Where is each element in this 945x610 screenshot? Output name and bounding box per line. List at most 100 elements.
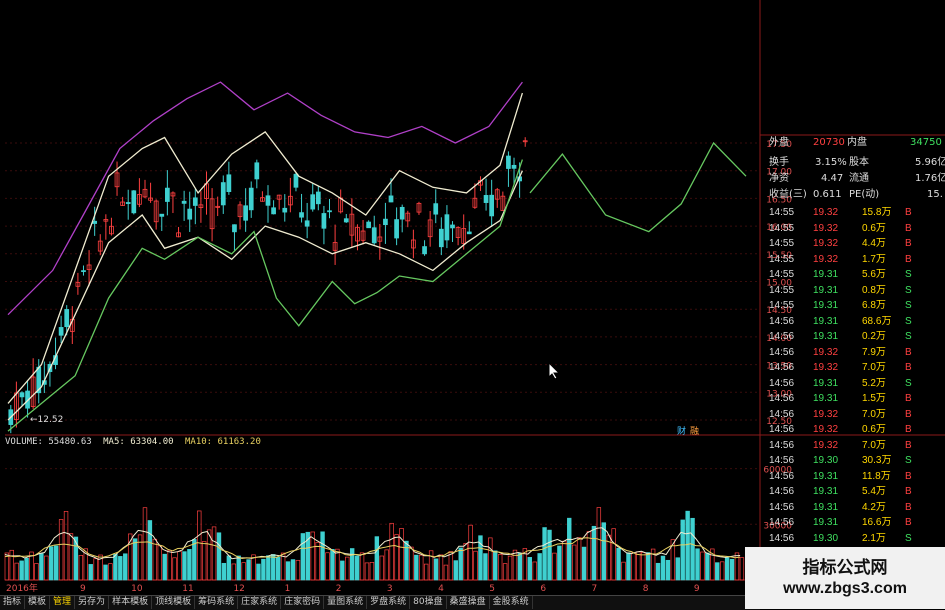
- candle-body: [506, 155, 511, 169]
- eps-value: 0.611: [813, 189, 842, 200]
- volume-bar: [680, 519, 685, 581]
- tab-2[interactable]: 管理: [50, 596, 76, 609]
- tab-13[interactable]: 金股系统: [490, 596, 533, 609]
- volume-bar: [340, 560, 345, 581]
- volume-bar: [621, 561, 626, 581]
- tick-direction: B: [905, 486, 912, 497]
- volume-bar: [739, 557, 745, 581]
- tick-volume: 11.8万: [862, 470, 891, 482]
- tab-6[interactable]: 筹码系统: [195, 596, 239, 609]
- candle-body: [265, 195, 271, 206]
- volume-bar: [675, 557, 680, 581]
- tick-price: 19.32: [813, 408, 839, 420]
- tick-row: 14:56 19.31 0.2万 S: [765, 329, 945, 345]
- volume-bar: [586, 531, 592, 581]
- volume-bar: [88, 564, 93, 581]
- volume-bar: [660, 555, 666, 581]
- volume-bar: [414, 554, 419, 581]
- volume-bar: [369, 561, 375, 581]
- tick-row: 14:56 19.31 16.6万 B: [765, 515, 945, 531]
- tick-time: 14:55: [769, 222, 795, 234]
- candle-body: [293, 173, 299, 188]
- ma5-label: MA5: 63304.00: [103, 437, 174, 447]
- volume-bar: [690, 517, 695, 581]
- tick-volume: 7.0万: [862, 408, 886, 420]
- volume-bar: [364, 562, 370, 581]
- tab-1[interactable]: 模板: [25, 596, 51, 609]
- tick-time: 14:56: [769, 486, 795, 497]
- tick-direction: S: [905, 377, 912, 389]
- tick-time: 14:56: [769, 393, 795, 404]
- tab-11[interactable]: 80操盘: [410, 596, 447, 609]
- tick-direction: B: [905, 517, 912, 528]
- volume-bar: [197, 510, 202, 581]
- tick-direction: B: [905, 222, 912, 234]
- tab-10[interactable]: 罗盘系统: [367, 596, 411, 609]
- tick-volume: 30.3万: [862, 455, 892, 466]
- volume-bar: [527, 557, 532, 581]
- volume-bar: [379, 555, 384, 581]
- tab-12[interactable]: 桑盛操盘: [447, 596, 490, 609]
- tick-direction: B: [905, 362, 912, 373]
- volume-bar: [715, 562, 720, 581]
- candle-body: [315, 191, 321, 205]
- volume-bar: [211, 526, 217, 581]
- volume-bar: [325, 552, 330, 581]
- tick-direction: S: [905, 455, 912, 466]
- tab-8[interactable]: 庄家密码: [281, 596, 325, 609]
- tick-price: 19.31: [813, 331, 839, 342]
- tick-time: 14:56: [769, 408, 795, 420]
- indicator-tab-bar: 指标 模板 管理 另存为 样本模板 顶线模板 筹码系统 庄家系统 庄家密码 量图系统 罗盘系统 80操…: [0, 595, 760, 610]
- candle-body: [248, 187, 254, 211]
- tab-7[interactable]: 庄家系统: [238, 596, 282, 609]
- x-axis-label: 2016年: [6, 582, 38, 594]
- tick-volume: 7.0万: [862, 439, 886, 451]
- volume-bar: [497, 553, 503, 581]
- tab-4[interactable]: 样本模板: [109, 596, 153, 609]
- tick-direction: S: [905, 315, 912, 327]
- volume-bar: [216, 532, 222, 581]
- tick-row: 14:56 19.31 1.5万 B: [765, 391, 945, 407]
- tick-time: 14:56: [769, 377, 795, 389]
- volume-bar: [571, 544, 577, 581]
- volume-bar: [147, 520, 153, 581]
- tick-volume: 6.8万: [862, 300, 886, 311]
- candle-body: [422, 246, 427, 255]
- tick-time: 14:56: [769, 315, 795, 327]
- chart-stage: 17.50 17.00 16.50 16.00 15.50 15.00 14.50 14.00…: [0, 0, 945, 610]
- volume-bar: [705, 552, 710, 581]
- volume-bar: [300, 533, 306, 581]
- volume-bar: [177, 551, 182, 581]
- volume-bar: [645, 552, 651, 581]
- tick-volume: 2.1万: [862, 532, 886, 544]
- tick-volume: 16.6万: [862, 517, 892, 528]
- volume-bar: [443, 564, 449, 581]
- candle-body: [371, 227, 377, 244]
- x-axis-label: 4: [438, 584, 444, 594]
- volume-bar: [601, 522, 606, 581]
- tab-3[interactable]: 另存为: [75, 596, 110, 609]
- x-axis-label: 6: [540, 584, 546, 594]
- tick-price: 19.31: [813, 517, 839, 528]
- volume-bar: [14, 562, 19, 581]
- outer-value: 20730: [813, 137, 845, 148]
- tick-direction: B: [905, 501, 912, 513]
- volume-bar: [226, 555, 232, 581]
- tick-row: 14:55 19.31 5.6万 S: [765, 267, 945, 283]
- tick-volume: 5.4万: [862, 486, 886, 497]
- candle-body: [226, 174, 232, 193]
- volume-bar: [438, 554, 444, 581]
- volume-bar: [345, 556, 350, 581]
- volume-bar: [335, 548, 340, 581]
- watermark-url: www.zbgs3.com: [783, 580, 907, 597]
- tick-time: 14:56: [769, 331, 795, 342]
- tick-price: 19.31: [813, 377, 839, 389]
- volume-header: VOLUME: 55480.63 MA5: 63304.00 MA10: 611…: [5, 437, 267, 447]
- tab-0[interactable]: 指标: [0, 596, 26, 609]
- tick-direction: S: [905, 284, 912, 296]
- candle-body: [243, 205, 248, 221]
- volume-bar: [483, 553, 488, 581]
- tick-row: 14:56 19.31 4.2万 B: [765, 500, 945, 516]
- tab-5[interactable]: 顶线模板: [152, 596, 196, 609]
- tab-9[interactable]: 量图系统: [324, 596, 368, 609]
